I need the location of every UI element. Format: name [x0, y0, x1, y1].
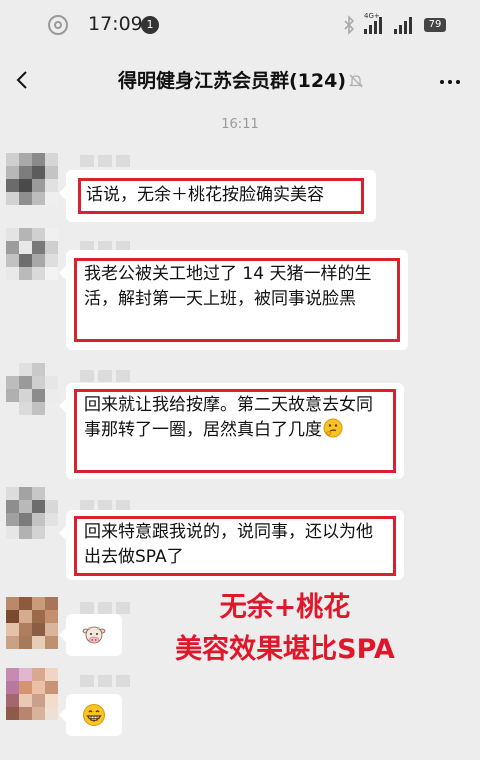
chat-title: 得明健身江苏会员群(124)	[118, 70, 347, 92]
notification-badge: 1	[141, 16, 159, 34]
message-text: 回来特意跟我说的，说同事，还以为他出去做SPA了	[84, 522, 373, 567]
avatar[interactable]	[6, 153, 58, 205]
more-options-icon[interactable]	[438, 72, 462, 92]
message-bubble[interactable]: 回来特意跟我说的，说同事，还以为他出去做SPA了	[59, 510, 404, 580]
chat-timestamp: 16:11	[221, 117, 259, 132]
thinking-face-emoji-icon	[323, 418, 343, 438]
emoji-message-bubble[interactable]	[59, 694, 122, 736]
message-bubble[interactable]: 话说，无余＋桃花按脸确实美容	[59, 170, 376, 222]
message-text: 话说，无余＋桃花按脸确实美容	[86, 185, 324, 205]
cow-face-icon	[82, 626, 106, 644]
caption-line-2: 美容效果堪比SPA	[175, 634, 395, 665]
signal-icon	[364, 17, 382, 34]
mute-bell-icon	[348, 74, 364, 88]
sender-name	[80, 672, 134, 687]
avatar[interactable]	[6, 363, 58, 415]
sender-name	[80, 497, 134, 512]
back-icon[interactable]	[14, 70, 32, 90]
chat-header: 得明健身江苏会员群(124)	[0, 52, 480, 108]
sender-name	[80, 152, 134, 167]
message-bubble[interactable]: 回来就让我给按摩。第二天故意去女同事那转了一圈，居然真白了几度	[59, 383, 404, 479]
bluetooth-icon	[344, 15, 355, 35]
emoji-message-bubble[interactable]	[59, 614, 122, 656]
grinning-face-icon	[83, 704, 105, 726]
caption-line-1: 无余+桃花	[219, 592, 351, 623]
avatar[interactable]	[6, 228, 58, 280]
sender-name	[80, 599, 134, 614]
status-bar: 17:09 1 4G+ 79	[0, 0, 480, 52]
avatar[interactable]	[6, 668, 58, 720]
status-app-icon	[48, 15, 68, 35]
avatar[interactable]	[6, 487, 58, 539]
message-text: 我老公被关工地过了 14 天猪一样的生活，解封第一天上班，被同事说脸黑	[84, 264, 372, 309]
avatar[interactable]	[6, 597, 58, 649]
message-bubble[interactable]: 我老公被关工地过了 14 天猪一样的生活，解封第一天上班，被同事说脸黑	[59, 250, 408, 350]
signal-icon	[394, 17, 412, 34]
status-time: 17:09	[88, 13, 143, 35]
sender-name	[80, 367, 134, 382]
message-text: 回来就让我给按摩。第二天故意去女同事那转了一圈，居然真白了几度	[84, 395, 373, 440]
sender-name	[80, 238, 134, 253]
battery-icon: 79	[424, 18, 446, 32]
